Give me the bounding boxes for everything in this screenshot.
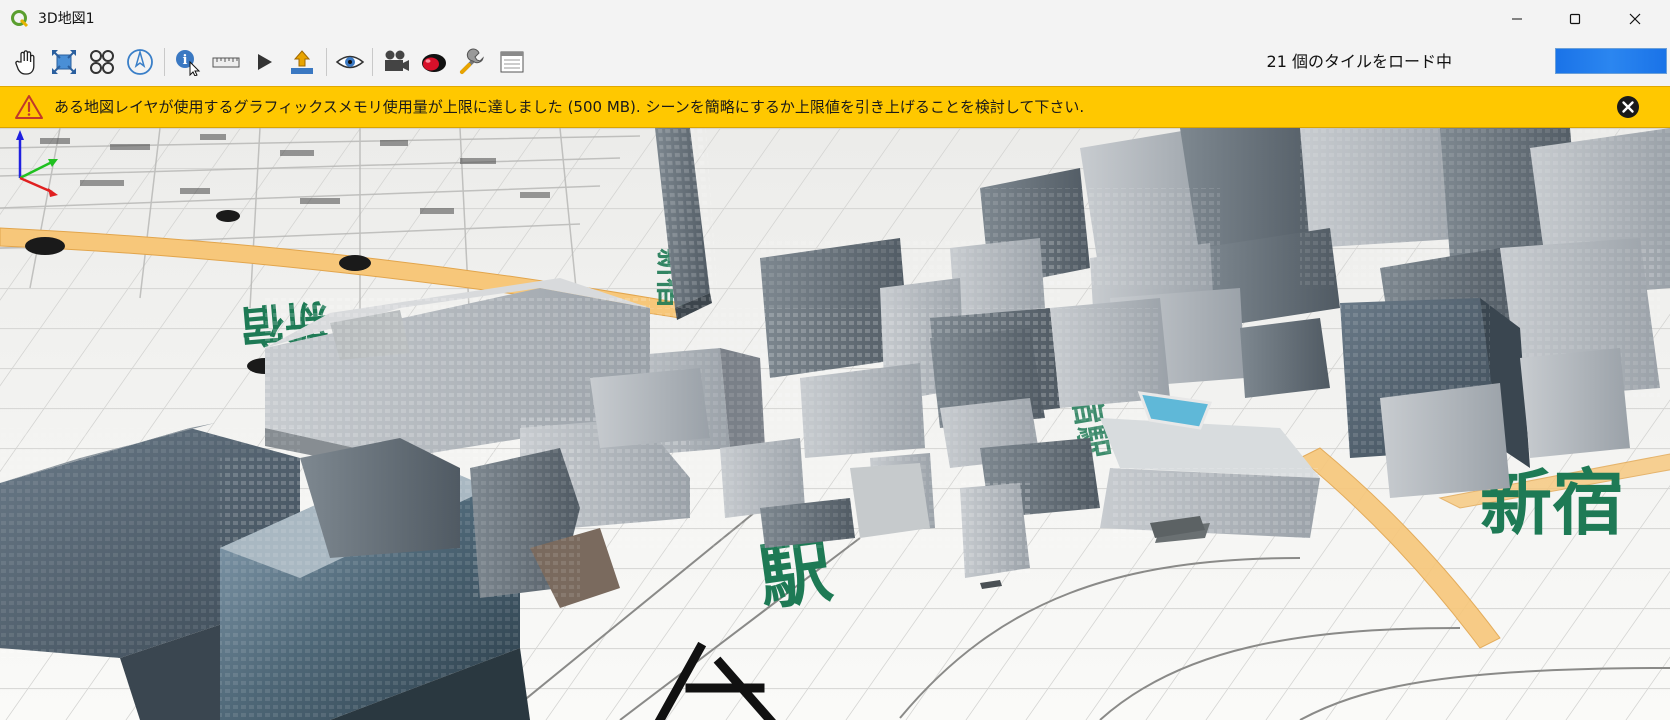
- camera-orbit-icon: [90, 50, 114, 74]
- camera-button[interactable]: [378, 44, 414, 80]
- window-title: 3D地図1: [38, 11, 95, 27]
- north-button[interactable]: [122, 44, 158, 80]
- progress-fill: [1556, 49, 1666, 73]
- dock-button[interactable]: [494, 44, 530, 80]
- title-bar[interactable]: 3D地図1: [0, 0, 1670, 38]
- toolbar-separator: [372, 48, 373, 76]
- effects-button[interactable]: [416, 44, 452, 80]
- 3d-map-canvas[interactable]: 新宿 新宿 新宿 駅 新宿駅: [0, 128, 1670, 720]
- close-circle-icon[interactable]: [1616, 95, 1640, 119]
- minimize-icon: [1512, 18, 1522, 20]
- minimize-button[interactable]: [1488, 0, 1546, 38]
- toolbar: i 21 個のタイルをロード中: [0, 38, 1670, 86]
- memory-warning-bar: ある地図レイヤが使用するグラフィックスメモリ使用量が上限に達しました (500 …: [0, 86, 1670, 128]
- video-camera-icon: [385, 50, 409, 71]
- hand-icon: [15, 50, 35, 75]
- view-options-button[interactable]: [332, 44, 368, 80]
- identify-button[interactable]: i: [170, 44, 206, 80]
- configure-button[interactable]: [454, 44, 490, 80]
- window-icon: [500, 51, 524, 73]
- tile-loading-progress: [1555, 48, 1667, 74]
- maximize-button[interactable]: [1546, 0, 1604, 38]
- qgis-logo-icon: [11, 10, 29, 28]
- wrench-icon: [460, 48, 484, 74]
- toolbar-separator: [326, 48, 327, 76]
- close-button[interactable]: [1606, 0, 1664, 38]
- measure-button[interactable]: [208, 44, 244, 80]
- camera-control-button[interactable]: [84, 44, 120, 80]
- ruler-icon: [212, 57, 240, 68]
- warning-message: ある地図レイヤが使用するグラフィックスメモリ使用量が上限に達しました (500 …: [54, 98, 1085, 116]
- 3d-map-window: 3D地図1 i 21 個のタイルをロード中 ある地図レイヤが使用するグラフィック…: [0, 0, 1670, 720]
- close-icon: [1629, 13, 1641, 25]
- pan-tool-button[interactable]: [8, 44, 44, 80]
- axis-gizmo-icon: [16, 130, 58, 197]
- eye-icon: [335, 55, 365, 69]
- warning-triangle-icon: [15, 95, 43, 119]
- animation-button[interactable]: [246, 44, 282, 80]
- tile-loading-status: 21 個のタイルをロード中: [1266, 52, 1452, 71]
- export-button[interactable]: [284, 44, 320, 80]
- zoom-full-icon: [52, 50, 76, 74]
- svg-text:i: i: [183, 53, 188, 68]
- north-arrow-icon: [127, 49, 153, 75]
- toolbar-separator: [164, 48, 165, 76]
- maximize-icon: [1569, 13, 1581, 25]
- effects-icon: [422, 54, 446, 72]
- play-icon: [258, 54, 272, 70]
- export-icon: [291, 50, 313, 74]
- zoom-full-button[interactable]: [46, 44, 82, 80]
- identify-icon: i: [176, 50, 201, 76]
- scene-render: 新宿 新宿 新宿 駅 新宿駅: [0, 128, 1670, 720]
